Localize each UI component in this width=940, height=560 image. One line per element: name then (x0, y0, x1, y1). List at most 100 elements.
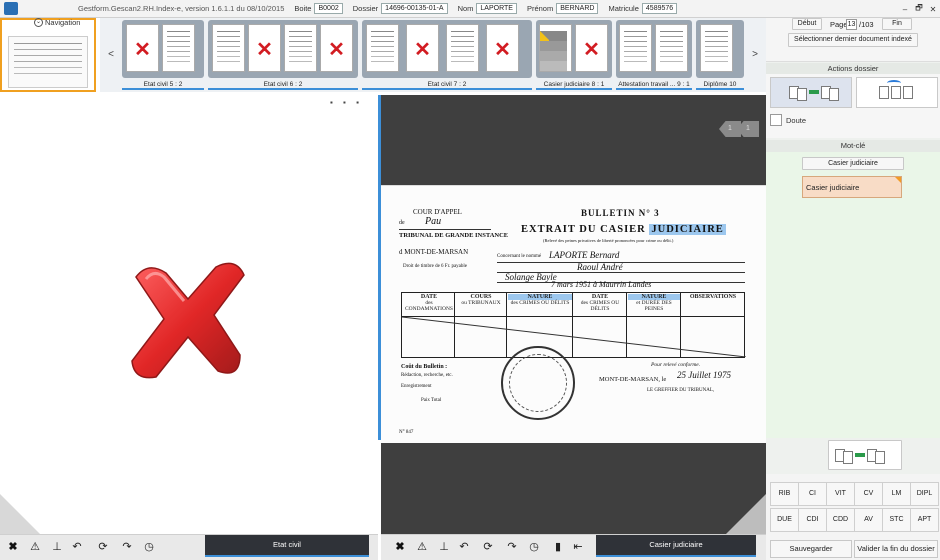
window-controls: – 🗗 ✕ (898, 0, 940, 18)
navigation-toggle[interactable]: ⌄ Navigation (34, 18, 80, 27)
thumbnail-strip: < Etat civil 5 : 2 Etat civil 6 : 2 Etat… (100, 18, 766, 92)
doc-type-button[interactable]: RIB (770, 482, 799, 506)
doc-text: BULLETIN N° 3 (581, 208, 660, 218)
doc-type-button[interactable]: CV (854, 482, 883, 506)
right-document-viewer[interactable]: 1 1 COUR D'APPEL de Pau TRIBUNAL DE GRAN… (381, 95, 766, 534)
page-number-input[interactable]: 13 (846, 19, 857, 30)
page-thumbnail[interactable] (284, 24, 317, 72)
doc-type-button[interactable]: CDI (798, 508, 827, 532)
deleted-page-thumbnail[interactable] (248, 24, 281, 72)
delete-icon[interactable]: ✖ (393, 540, 407, 554)
history-icon[interactable]: ◷ (527, 540, 541, 554)
thumbnail-group[interactable]: Etat civil 5 : 2 (122, 20, 204, 92)
doubt-label: Doute (786, 116, 807, 125)
thumbnail-group[interactable]: Etat civil 7 : 2 (362, 20, 532, 92)
meta-value: 4589576 (641, 3, 678, 14)
page-curl (726, 494, 766, 534)
deleted-page-thumbnail[interactable] (126, 24, 159, 72)
deleted-page-thumbnail[interactable] (406, 24, 439, 72)
rotate-left-icon[interactable]: ↶ (457, 540, 471, 554)
left-document-viewer[interactable] (0, 95, 378, 534)
strip-next-button[interactable]: > (744, 18, 766, 92)
deleted-page-thumbnail[interactable] (575, 24, 608, 72)
rotate-right-icon[interactable]: ↷ (505, 540, 519, 554)
right-doc-type-tab[interactable]: Casier judiciaire (596, 535, 756, 557)
rotate-left-icon[interactable]: ↶ (70, 540, 84, 554)
stamp-icon[interactable]: ⊥ (50, 540, 64, 554)
maximize-button[interactable]: 🗗 (912, 2, 926, 16)
thumbnail-group[interactable]: Etat civil 6 : 2 (208, 20, 358, 92)
doc-type-button[interactable]: CI (798, 482, 827, 506)
doubt-option[interactable]: Doute (766, 110, 940, 132)
keyword-chip[interactable]: Casier judiciaire (802, 176, 902, 198)
keyword-button[interactable]: Casier judiciaire (802, 157, 904, 170)
viewer-controls[interactable]: ▪ ▪ ▪ (330, 98, 363, 107)
group-label: Etat civil 5 : 2 (122, 81, 204, 90)
meta-value: B0002 (314, 3, 343, 14)
last-page-button[interactable]: Fin (882, 18, 912, 30)
rotate-180-icon[interactable]: ⟳ (481, 540, 495, 554)
flagged-page-thumbnail[interactable] (539, 24, 572, 72)
doubt-checkbox[interactable] (770, 114, 782, 126)
thumbnail-group[interactable]: Diplôme 10 (696, 20, 744, 92)
page-thumbnail[interactable] (619, 24, 652, 72)
meta-value: 14696-00135-01-A (381, 3, 448, 14)
meta-boite: Boite B0002 (294, 3, 343, 14)
minimize-button[interactable]: – (898, 5, 912, 14)
chevron-down-icon: ⌄ (34, 18, 43, 27)
doc-type-button[interactable]: STC (882, 508, 911, 532)
page-thumbnail[interactable] (162, 24, 195, 72)
doc-type-button[interactable]: DIPL (910, 482, 939, 506)
deleted-mark-icon (131, 262, 245, 379)
page-thumbnail[interactable] (366, 24, 399, 72)
save-button[interactable]: Sauvegarder (770, 540, 852, 558)
assign-type-button[interactable] (828, 440, 902, 470)
doc-handwriting: Pau (425, 216, 442, 227)
doc-type-button[interactable]: AV (854, 508, 883, 532)
bookmark-icon[interactable]: ▮ (551, 540, 565, 554)
validate-folder-button[interactable]: Valider la fin du dossier (854, 540, 938, 558)
page-thumbnail[interactable] (212, 24, 245, 72)
split-icon[interactable]: ⇤ (571, 540, 585, 554)
thumbnail-group[interactable]: Attestation travail ... 9 : 1 (616, 20, 692, 92)
doc-type-button[interactable]: DUE (770, 508, 799, 532)
page-thumbnail[interactable] (700, 24, 733, 72)
thumbnail-group[interactable]: Casier judiciaire 8 : 1 (536, 20, 612, 92)
close-button[interactable]: ✕ (926, 5, 940, 14)
warning-icon[interactable]: ⚠ (28, 540, 42, 554)
doc-text: Concernant le nommé (497, 254, 542, 259)
first-page-button[interactable]: Début (792, 18, 822, 30)
left-doc-type-tab[interactable]: Etat civil (205, 535, 369, 557)
doc-text: d MONT-DE-MARSAN (399, 248, 469, 256)
page-thumbnail[interactable] (446, 24, 479, 72)
rescan-documents-action[interactable] (856, 77, 938, 108)
doc-type-button[interactable]: APT (910, 508, 939, 532)
group-label: Etat civil 6 : 2 (208, 81, 358, 90)
history-icon[interactable]: ◷ (142, 540, 156, 554)
page-curl (0, 494, 40, 534)
strip-prev-button[interactable]: < (100, 18, 122, 92)
move-documents-action[interactable] (770, 77, 852, 108)
stamp-icon[interactable]: ⊥ (437, 540, 451, 554)
current-document-thumbnail[interactable] (0, 18, 96, 92)
table-header-cell: DATE des CRIMES OU DÉLITS (580, 294, 620, 312)
group-label: Etat civil 7 : 2 (362, 81, 532, 90)
doc-type-button[interactable]: LM (882, 482, 911, 506)
meta-nom: Nom LAPORTE (458, 3, 517, 14)
deleted-page-thumbnail[interactable] (486, 24, 519, 72)
page-thumbnail[interactable] (655, 24, 688, 72)
table-header-cell: DATE des CONDAMNATIONS (405, 294, 453, 312)
rotate-right-icon[interactable]: ↷ (120, 540, 134, 554)
delete-icon[interactable]: ✖ (6, 540, 20, 554)
warning-icon[interactable]: ⚠ (415, 540, 429, 554)
doc-handwriting: Raoul André (577, 262, 623, 272)
document-preview (8, 36, 88, 88)
rotate-180-icon[interactable]: ⟳ (96, 540, 110, 554)
doc-type-button[interactable]: VIT (826, 482, 855, 506)
select-last-indexed-button[interactable]: Sélectionner dernier document indexé (788, 33, 918, 47)
doc-type-button[interactable]: CDD (826, 508, 855, 532)
doc-handwriting: LAPORTE Bernard (549, 250, 620, 260)
group-label: Diplôme 10 (696, 81, 744, 90)
meta-matricule: Matricule 4589576 (608, 3, 678, 14)
deleted-page-thumbnail[interactable] (320, 24, 353, 72)
